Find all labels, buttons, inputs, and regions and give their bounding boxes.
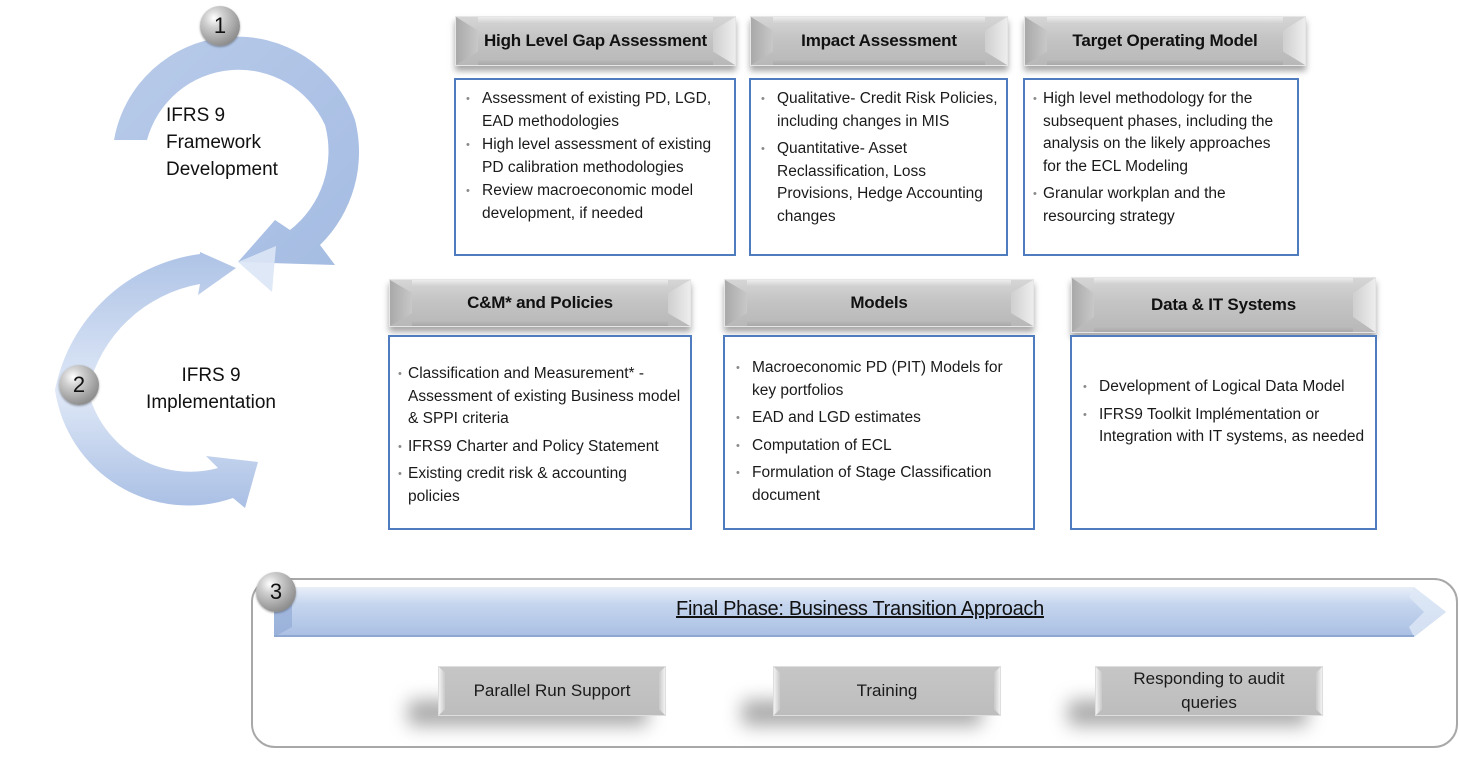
header-title: C&M* and Policies (467, 293, 613, 312)
phase-1-label-line: Framework (166, 132, 262, 153)
header-models: Models (724, 279, 1034, 327)
phase-1-badge: 1 (200, 6, 240, 46)
list-item: IFRS9 Charter and Policy Statement (398, 436, 682, 459)
list-item: Granular workplan and the resourcing str… (1033, 183, 1289, 228)
list-item: Qualitative- Credit Risk Policies, inclu… (759, 88, 998, 133)
list-item: EAD and LGD estimates (734, 407, 1025, 430)
list-item: Macroeconomic PD (PIT) Models for key po… (734, 357, 1025, 402)
phase-1-label-line: Development (166, 159, 278, 180)
activity-label: Training (856, 681, 918, 700)
phase-1-label: IFRS 9 Framework Development (166, 102, 278, 183)
list-item: Quantitative- Asset Reclassification, Lo… (759, 138, 998, 228)
header-title: Impact Assessment (801, 31, 957, 50)
list-item: Assessment of existing PD, LGD, EAD meth… (464, 88, 726, 133)
phase-2-badge: 2 (59, 365, 99, 405)
cycle-arrows (55, 36, 360, 508)
phase-2-number: 2 (72, 372, 86, 397)
phase-2-label: IFRS 9 Implementation (136, 362, 286, 416)
header-cm-and-policies: C&M* and Policies (389, 279, 691, 327)
phase-2-label-line: Implementation (146, 392, 276, 413)
phase-1-label-line: IFRS 9 (166, 105, 226, 126)
box-target-operating-model: High level methodology for the subsequen… (1023, 78, 1299, 256)
phase-1-number: 1 (213, 13, 227, 38)
header-high-level-gap-assessment: High Level Gap Assessment (455, 16, 736, 66)
activity-training: Training (773, 666, 1001, 716)
list-item: High level methodology for the subsequen… (1033, 88, 1289, 178)
list-item: Development of Logical Data Model (1081, 376, 1367, 399)
final-phase-title: Final Phase: Business Transition Approac… (676, 598, 1044, 620)
box-models: Macroeconomic PD (PIT) Models for key po… (723, 335, 1035, 530)
phase-3-number: 3 (269, 579, 283, 604)
header-title: Data & IT Systems (1151, 295, 1296, 314)
box-impact-assessment: Qualitative- Credit Risk Policies, inclu… (749, 78, 1008, 256)
header-title: Target Operating Model (1072, 31, 1258, 50)
activity-responding-to-audit-queries: Responding to audit queries (1095, 666, 1323, 716)
header-title: High Level Gap Assessment (483, 31, 707, 50)
list-item: Classification and Measurement* - Assess… (398, 363, 682, 431)
box-high-level-gap-assessment: Assessment of existing PD, LGD, EAD meth… (454, 78, 736, 256)
phase-2-label-line: IFRS 9 (181, 365, 241, 386)
phase-cycle-graphic: 1 IFRS 9 Framework Development 2 IFRS 9 … (0, 0, 380, 540)
activity-label: Responding to audit queries (1133, 669, 1285, 712)
box-data-it-systems: Development of Logical Data Model IFRS9 … (1070, 335, 1377, 530)
list-item: High level assessment of existing PD cal… (464, 134, 726, 179)
box-cm-and-policies: Classification and Measurement* - Assess… (388, 335, 692, 530)
header-data-it-systems: Data & IT Systems (1071, 277, 1376, 333)
header-impact-assessment: Impact Assessment (750, 16, 1008, 66)
list-item: Existing credit risk & accounting polici… (398, 463, 682, 508)
list-item: IFRS9 Toolkit Implémentation or Integrat… (1081, 404, 1367, 449)
activity-label: Parallel Run Support (473, 681, 631, 700)
list-item: Review macroeconomic model development, … (464, 180, 726, 225)
list-item: Computation of ECL (734, 435, 1025, 458)
activity-parallel-run-support: Parallel Run Support (438, 666, 666, 716)
list-item: Formulation of Stage Classification docu… (734, 462, 1025, 507)
header-title: Models (850, 293, 908, 312)
header-target-operating-model: Target Operating Model (1024, 16, 1306, 66)
phase-3-badge: 3 (256, 572, 296, 612)
